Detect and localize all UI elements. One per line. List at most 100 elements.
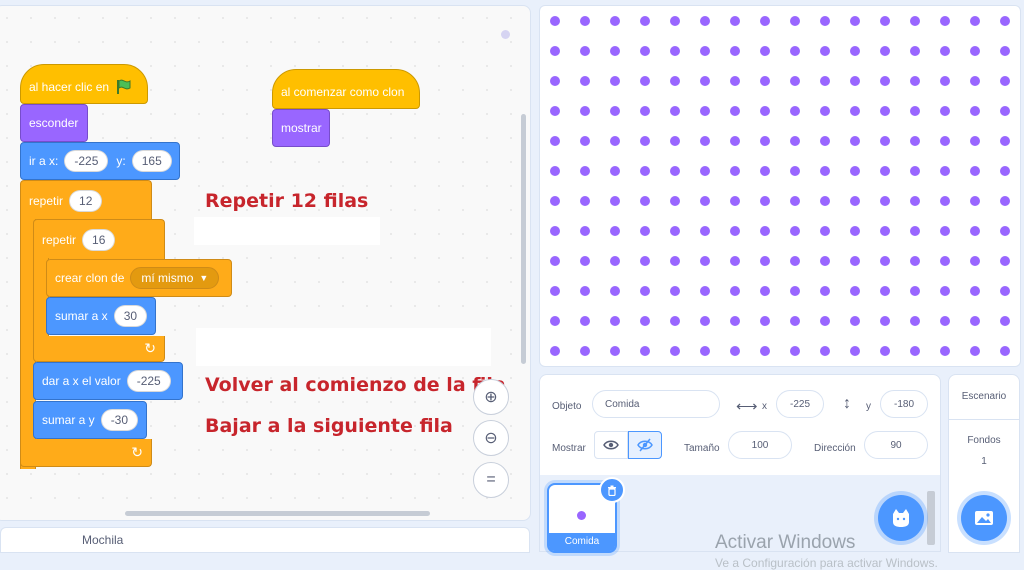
repeat-outer-block[interactable]: repetir 12 (20, 180, 152, 220)
clone-dot (700, 136, 710, 146)
delete-sprite-button[interactable] (599, 477, 625, 503)
goto-y-label: y: (116, 154, 126, 168)
show-block[interactable]: mostrar (272, 109, 330, 147)
clone-dot (760, 106, 770, 116)
clone-dot (1000, 256, 1010, 266)
show-visible-button[interactable] (594, 431, 628, 459)
direction-input[interactable]: 90 (864, 431, 928, 459)
vertical-scrollbar[interactable] (521, 114, 526, 364)
clone-dot (1000, 46, 1010, 56)
clone-dot (610, 256, 620, 266)
clone-dot (910, 76, 920, 86)
clone-dot (790, 346, 800, 356)
zoom-reset-button[interactable]: = (473, 462, 509, 498)
stage-panel-title: Escenario (949, 375, 1019, 420)
y-input[interactable]: -180 (880, 390, 928, 418)
clone-dot (700, 286, 710, 296)
clone-dot (640, 256, 650, 266)
size-input[interactable]: 100 (728, 431, 792, 459)
goto-xy-block[interactable]: ir a x: -225 y: 165 (20, 142, 180, 180)
clone-dot (670, 256, 680, 266)
clone-dot (760, 226, 770, 236)
clone-dot (550, 316, 560, 326)
clone-dot (760, 196, 770, 206)
clone-dot (910, 166, 920, 176)
clone-dot (970, 16, 980, 26)
when-start-as-clone-block[interactable]: al comenzar como clon (272, 69, 420, 109)
goto-x-input[interactable]: -225 (64, 150, 109, 172)
change-x-block[interactable]: sumar a x 30 (46, 297, 156, 335)
clone-dot (550, 346, 560, 356)
clone-dot (700, 256, 710, 266)
clone-dot (970, 196, 980, 206)
goto-y-input[interactable]: 165 (131, 150, 172, 172)
clone-dot (910, 46, 920, 56)
clone-dot (580, 346, 590, 356)
repeat-inner-count[interactable]: 16 (82, 228, 116, 251)
object-label: Objeto (552, 401, 582, 412)
zoom-in-button[interactable]: ⊕ (473, 379, 509, 415)
x-value: -225 (789, 398, 810, 410)
sprite-list-scrollbar[interactable] (927, 491, 935, 545)
clone-dot (610, 76, 620, 86)
sprite-thumbnail (577, 511, 586, 520)
stage[interactable] (539, 5, 1021, 367)
change-x-label: sumar a x (55, 309, 108, 323)
clone-dot (790, 196, 800, 206)
repeat-outer-count[interactable]: 12 (69, 189, 103, 212)
clone-dot (880, 316, 890, 326)
backpack-bar[interactable]: Mochila (0, 527, 530, 553)
show-hidden-button[interactable] (628, 431, 662, 459)
clone-dot (550, 76, 560, 86)
clone-dot (760, 256, 770, 266)
change-x-input[interactable]: 30 (113, 305, 148, 327)
sprite-name-input[interactable]: Comida (592, 390, 720, 418)
clone-dot (940, 166, 950, 176)
change-y-input[interactable]: -30 (100, 409, 139, 431)
set-x-input[interactable]: -225 (126, 370, 171, 392)
change-y-block[interactable]: sumar a y -30 (33, 401, 147, 439)
comment-mask (194, 217, 380, 245)
clone-dot (550, 46, 560, 56)
x-input[interactable]: -225 (776, 390, 824, 418)
repeat-inner-block[interactable]: repetir 16 (33, 219, 165, 259)
clone-dot (820, 286, 830, 296)
horizontal-arrows-icon: ⟷ (736, 398, 758, 415)
code-area[interactable]: al hacer clic en esconder ir a x: -225 y… (0, 5, 531, 521)
backpack-label: Mochila (82, 533, 124, 547)
set-x-block[interactable]: dar a x el valor -225 (33, 362, 183, 400)
when-flag-clicked-block[interactable]: al hacer clic en (20, 64, 148, 104)
clone-dot (760, 166, 770, 176)
clone-dot (940, 256, 950, 266)
size-value: 100 (751, 439, 769, 451)
choose-sprite-button[interactable] (878, 495, 924, 541)
clone-dot (880, 136, 890, 146)
clone-dot (970, 226, 980, 236)
clone-dot (580, 46, 590, 56)
clone-dot (670, 346, 680, 356)
clone-dot (610, 316, 620, 326)
hide-block[interactable]: esconder (20, 104, 88, 142)
stage-panel[interactable]: Escenario Fondos 1 (948, 374, 1020, 553)
choose-backdrop-button[interactable] (961, 495, 1007, 541)
clone-dot (700, 106, 710, 116)
clone-dot (1000, 286, 1010, 296)
clone-dot (550, 106, 560, 116)
clone-dot (850, 286, 860, 296)
sprite-tile[interactable]: Comida (547, 477, 625, 553)
create-clone-block[interactable]: crear clon de mí mismo ▼ (46, 259, 232, 297)
zoom-out-button[interactable]: ⊖ (473, 420, 509, 456)
x-label: x (762, 401, 767, 412)
clone-dot (820, 46, 830, 56)
clone-target-dropdown[interactable]: mí mismo ▼ (130, 267, 220, 289)
clone-dot (970, 76, 980, 86)
clone-dot (700, 196, 710, 206)
clone-dot (1000, 316, 1010, 326)
horizontal-scrollbar[interactable] (125, 511, 430, 516)
clone-dot (550, 226, 560, 236)
clone-dot (790, 46, 800, 56)
sprite-name-value: Comida (605, 398, 640, 410)
clone-dot (730, 196, 740, 206)
eye-icon (603, 440, 619, 450)
clone-dot (850, 76, 860, 86)
